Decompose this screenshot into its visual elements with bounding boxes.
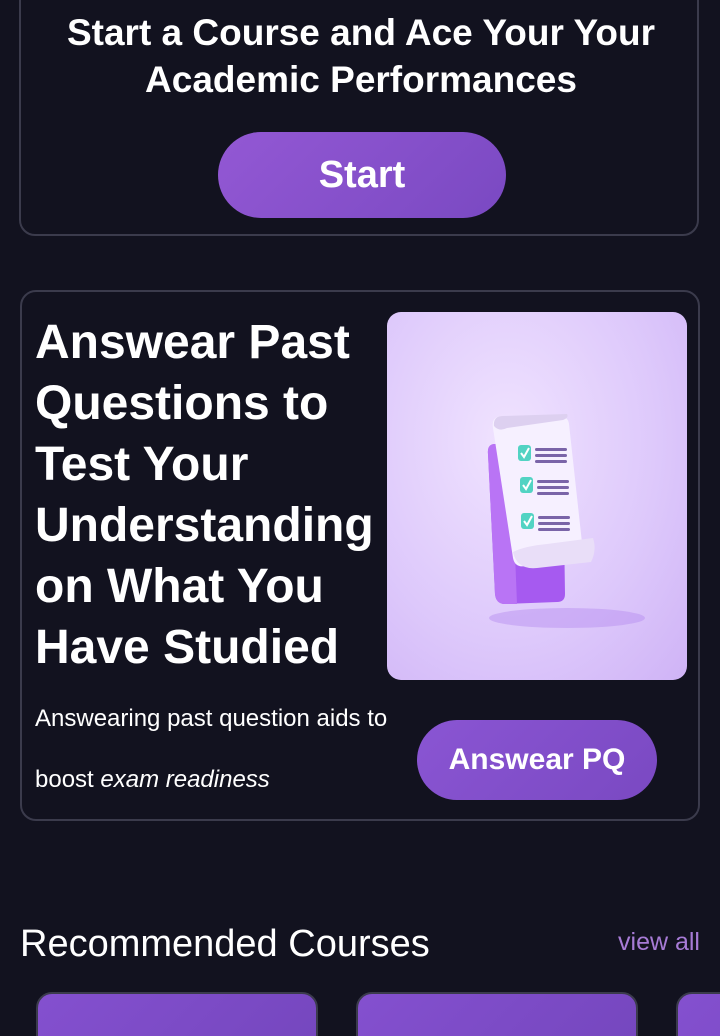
view-all-link[interactable]: view all [618, 928, 700, 957]
past-questions-title: Answear Past Questions to Test Your Unde… [35, 316, 374, 674]
recommended-courses-title: Recommended Courses [20, 923, 430, 965]
start-button[interactable]: Start [218, 132, 506, 218]
course-card[interactable] [356, 992, 638, 1036]
start-course-card: Start a Course and Ace Your Your Academi… [19, 0, 699, 236]
past-questions-description: Answearing past question aids to boost e… [35, 688, 395, 810]
checklist-illustration [387, 312, 687, 680]
start-course-title: Start a Course and Ace Your Your Academi… [66, 12, 656, 100]
course-card[interactable] [36, 992, 318, 1036]
checklist-scroll-icon [487, 414, 645, 628]
answer-pq-button[interactable]: Answear PQ [417, 720, 657, 800]
past-questions-card: Answear Past Questions to Test Your Unde… [20, 290, 700, 821]
past-questions-description-emphasis: exam readiness [100, 766, 270, 793]
course-card[interactable] [676, 992, 720, 1036]
home-screen: Start a Course and Ace Your Your Academi… [0, 0, 720, 1036]
